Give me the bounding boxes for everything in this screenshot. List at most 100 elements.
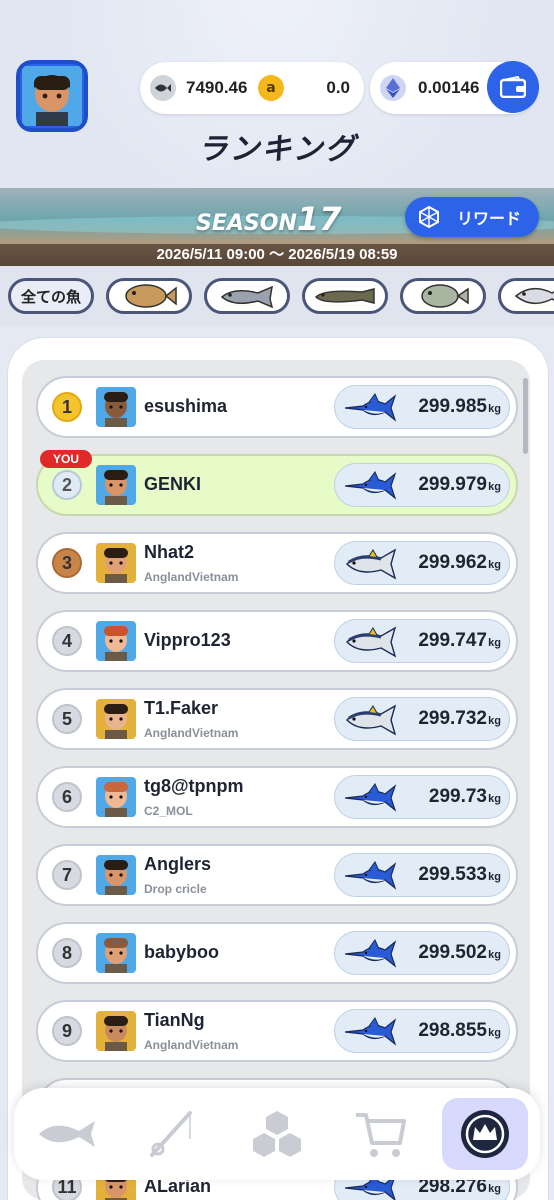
player-avatar (96, 699, 136, 739)
fish-token-icon (150, 75, 176, 101)
catch-unit: kg (488, 481, 501, 493)
marlin-icon (345, 471, 397, 500)
catch-unit: kg (488, 637, 501, 649)
ranking-row[interactable]: 2 GENKI 299.979 kg (36, 454, 518, 516)
tuna-icon (346, 704, 397, 736)
ranking-row[interactable]: 7 Anglers Drop cricle 299.533 kg (36, 844, 518, 906)
wallet-button[interactable] (487, 61, 539, 113)
player-avatar (96, 777, 136, 817)
avatar-icon (96, 465, 136, 505)
profile-avatar-button[interactable] (16, 60, 88, 132)
pufferfish-icon (421, 284, 469, 308)
rank-badge: 9 (52, 1016, 82, 1046)
player-avatar (96, 621, 136, 661)
ranking-scrollbar[interactable] (523, 378, 528, 454)
ranking-row[interactable]: 6 tg8@tpnpm C2_MOL 299.73 kg (36, 766, 518, 828)
player-name: Anglers (144, 854, 212, 874)
player-name: esushima (144, 396, 228, 416)
best-catch: 298.855 kg (334, 1009, 510, 1053)
wallet-icon (500, 76, 526, 98)
avatar-icon (96, 933, 136, 973)
best-catch: 299.962 kg (334, 541, 510, 585)
player-team: AnglandVietnam (144, 570, 239, 584)
rank-badge: 4 (52, 626, 82, 656)
player-name: T1.Faker (144, 698, 219, 718)
player-avatar (96, 543, 136, 583)
catch-weight: 299.502 (418, 942, 487, 963)
rank-badge: 8 (52, 938, 82, 968)
marlin-icon (345, 861, 397, 890)
filter-catfish[interactable] (204, 278, 290, 314)
nav-fishing[interactable] (128, 1098, 214, 1170)
player-team: AnglandVietnam (144, 726, 239, 740)
marlin-icon (345, 783, 397, 812)
snakehead-icon (314, 288, 375, 304)
rank-badge: 2 (52, 470, 82, 500)
eth-icon (380, 75, 406, 101)
best-catch: 299.502 kg (334, 931, 510, 975)
bottom-navigation (14, 1088, 540, 1180)
player-name: tg8@tpnpm (144, 776, 244, 796)
filter-all-fish[interactable]: 全ての魚 (8, 278, 94, 314)
best-catch: 299.985 kg (334, 385, 510, 429)
player-avatar (96, 855, 136, 895)
nav-shop[interactable] (338, 1098, 424, 1170)
currency-3-value: 0.00146 (418, 78, 480, 97)
ranking-row[interactable]: 4 Vippro123 299.747 kg (36, 610, 518, 672)
avatar-icon (96, 1011, 136, 1051)
catch-weight: 299.747 (418, 630, 487, 651)
player-name: TianNg (144, 1010, 205, 1030)
filter-seabream[interactable] (498, 278, 554, 314)
best-catch: 299.732 kg (334, 697, 510, 741)
rank-badge: 3 (52, 548, 82, 578)
ranking-row[interactable]: 5 T1.Faker AnglandVietnam 299.732 kg (36, 688, 518, 750)
coin-icon: a (258, 75, 284, 101)
best-catch: 299.747 kg (334, 619, 510, 663)
avatar-icon (96, 387, 136, 427)
player-avatar (96, 1011, 136, 1051)
avatar-icon (96, 855, 136, 895)
catch-unit: kg (488, 403, 501, 415)
fish-icon (39, 1121, 95, 1147)
reward-button[interactable]: リワード (405, 197, 539, 237)
currency-1-value: 7490.46 (186, 78, 248, 97)
player-avatar (96, 387, 136, 427)
nav-fish[interactable] (24, 1098, 110, 1170)
filter-pufferfish[interactable] (400, 278, 486, 314)
player-name: Vippro123 (144, 630, 231, 650)
nav-ranking[interactable] (442, 1098, 528, 1170)
catch-weight: 299.533 (418, 864, 487, 885)
ranking-row[interactable]: 3 Nhat2 AnglandVietnam 299.962 kg (36, 532, 518, 594)
catch-unit: kg (488, 559, 501, 571)
rank-badge: 5 (52, 704, 82, 734)
avatar-icon (96, 621, 136, 661)
ranking-row[interactable]: 1 esushima 299.985 kg (36, 376, 518, 438)
player-name: GENKI (144, 474, 202, 494)
avatar-icon (22, 66, 82, 126)
tuna-icon (346, 626, 397, 658)
ranking-row[interactable]: 9 TianNg AnglandVietnam 298.855 kg (36, 1000, 518, 1062)
player-name: babyboo (144, 942, 219, 962)
reward-label: リワード (457, 209, 522, 228)
currency-pill-tokens: 7490.46 a 0.0 (140, 62, 364, 114)
cubes-icon (253, 1111, 301, 1157)
rank-badge: 6 (52, 782, 82, 812)
cart-icon (356, 1113, 406, 1157)
avatar-icon (96, 543, 136, 583)
catch-unit: kg (488, 1183, 501, 1195)
fishing-rod-icon (150, 1111, 192, 1157)
ranking-row[interactable]: 8 babyboo 299.502 kg (36, 922, 518, 984)
catch-weight: 299.962 (418, 552, 487, 573)
season-number: 17 (296, 200, 342, 238)
filter-snakehead[interactable] (302, 278, 388, 314)
filter-flatfish[interactable] (106, 278, 192, 314)
catch-weight: 299.979 (418, 474, 487, 495)
marlin-icon (345, 939, 397, 968)
seabream-icon (514, 287, 554, 305)
catch-weight: 299.73 (428, 786, 487, 807)
nav-items[interactable] (234, 1098, 320, 1170)
page-title: ランキング (197, 132, 357, 167)
best-catch: 299.979 kg (334, 463, 510, 507)
catch-unit: kg (488, 949, 501, 961)
catch-unit: kg (488, 871, 501, 883)
